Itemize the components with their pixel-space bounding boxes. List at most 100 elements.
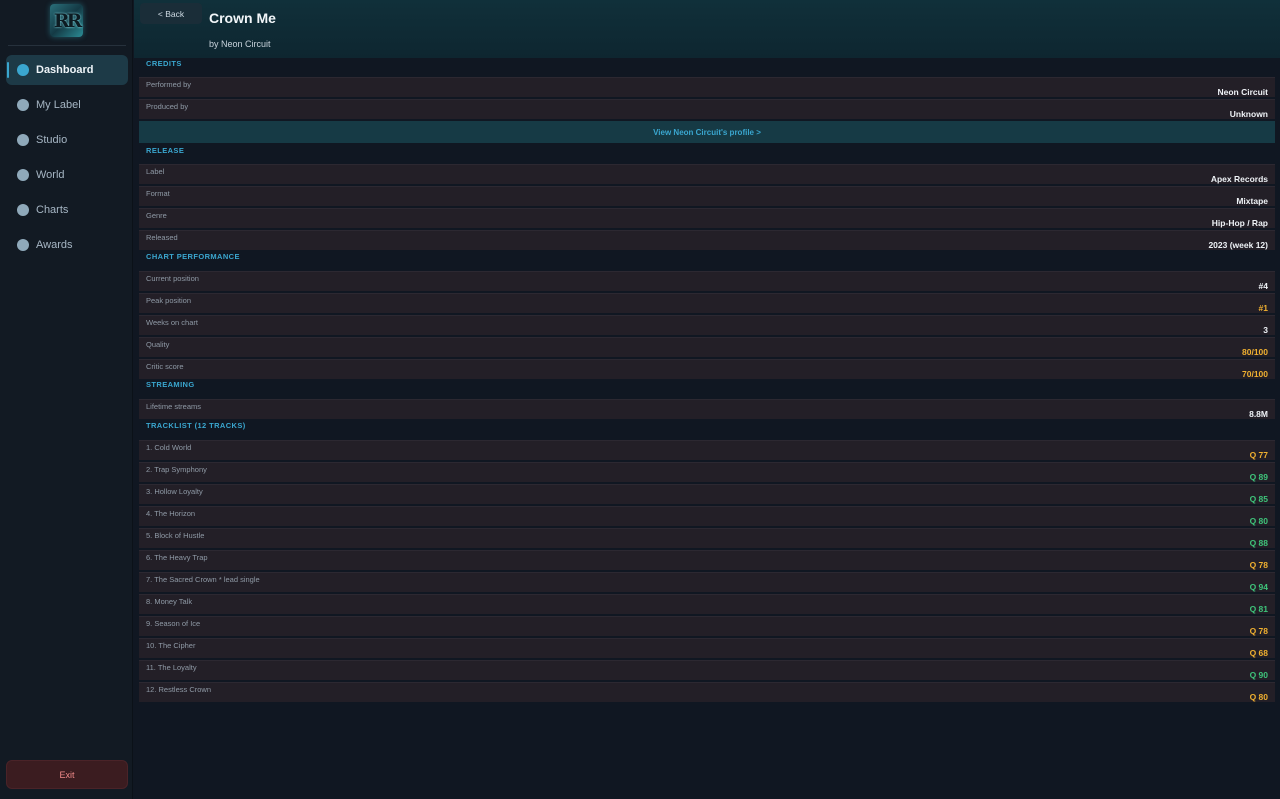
sidebar: RR Dashboard My Label Studio World Chart…	[0, 0, 133, 799]
sidebar-divider	[8, 45, 126, 46]
track-row[interactable]: 1. Cold World Q 77	[139, 440, 1275, 460]
release-row: Format Mixtape	[139, 186, 1275, 206]
row-label: Critic score	[146, 362, 184, 371]
chart-row: Quality 80/100	[139, 337, 1275, 357]
dashboard-icon	[17, 64, 29, 76]
row-value: Mixtape	[1236, 196, 1268, 206]
track-title: 6. The Heavy Trap	[146, 553, 208, 562]
sidebar-item-label: My Label	[36, 99, 81, 111]
sidebar-item-label: Awards	[36, 239, 73, 251]
track-row[interactable]: 10. The Cipher Q 68	[139, 638, 1275, 658]
credit-row: Produced by Unknown	[139, 99, 1275, 119]
track-title: 5. Block of Hustle	[146, 531, 205, 540]
track-row[interactable]: 6. The Heavy Trap Q 78	[139, 550, 1275, 570]
row-value: Hip-Hop / Rap	[1211, 218, 1268, 228]
page-title: Crown Me	[209, 10, 276, 26]
tracklist-heading: TRACKLIST (12 TRACKS)	[146, 421, 246, 430]
row-label: Performed by	[146, 80, 192, 89]
row-value: 3	[1263, 325, 1268, 335]
track-row[interactable]: 4. The Horizon Q 80	[139, 506, 1275, 526]
awards-icon	[17, 239, 29, 251]
row-value: Neon Circuit	[1217, 87, 1268, 97]
track-row[interactable]: 3. Hollow Loyalty Q 85	[139, 484, 1275, 504]
track-title: 12. Restless Crown	[146, 685, 212, 694]
chart-row: Peak position #1	[139, 293, 1275, 313]
track-quality: Q 88	[1249, 538, 1268, 548]
track-quality: Q 78	[1249, 560, 1268, 570]
track-title: 9. Season of Ice	[146, 619, 201, 628]
charts-icon	[17, 204, 29, 216]
row-label: Format	[146, 189, 170, 198]
chart-row: Critic score 70/100	[139, 359, 1275, 379]
sidebar-item-my-label[interactable]: My Label	[6, 90, 128, 120]
track-title: 10. The Cipher	[146, 641, 196, 650]
track-quality: Q 85	[1249, 494, 1268, 504]
streaming-heading: STREAMING	[146, 380, 195, 389]
track-quality: Q 89	[1249, 472, 1268, 482]
track-quality: Q 78	[1249, 626, 1268, 636]
sidebar-item-world[interactable]: World	[6, 160, 128, 190]
sidebar-item-label: Dashboard	[36, 64, 94, 76]
track-row[interactable]: 12. Restless Crown Q 80	[139, 682, 1275, 702]
sidebar-item-label: Charts	[36, 204, 69, 216]
track-quality: Q 94	[1249, 582, 1268, 592]
track-row[interactable]: 5. Block of Hustle Q 88	[139, 528, 1275, 548]
sidebar-item-studio[interactable]: Studio	[6, 125, 128, 155]
row-value: 2023 (week 12)	[1208, 240, 1268, 250]
sidebar-item-awards[interactable]: Awards	[6, 230, 128, 260]
track-title: 2. Trap Symphony	[146, 465, 207, 474]
row-label: Weeks on chart	[146, 318, 198, 327]
row-label: Label	[146, 167, 165, 176]
row-label: Current position	[146, 274, 199, 283]
row-value: #4	[1258, 281, 1268, 291]
view-profile-link[interactable]: View Neon Circuit's profile >	[139, 121, 1275, 143]
sidebar-item-label: Studio	[36, 134, 68, 146]
row-value: Apex Records	[1210, 174, 1268, 184]
track-row[interactable]: 7. The Sacred Crown * lead single Q 94	[139, 572, 1275, 592]
credit-row: Performed by Neon Circuit	[139, 77, 1275, 97]
back-button[interactable]: < Back	[140, 3, 202, 24]
row-label: Lifetime streams	[146, 402, 202, 411]
sidebar-item-dashboard[interactable]: Dashboard	[6, 55, 128, 85]
release-row: Released 2023 (week 12)	[139, 230, 1275, 250]
track-title: 7. The Sacred Crown * lead single	[146, 575, 260, 584]
track-title: 4. The Horizon	[146, 509, 196, 518]
exit-button[interactable]: Exit	[6, 760, 128, 789]
streaming-row: Lifetime streams 8.8M	[139, 399, 1275, 419]
row-label: Released	[146, 233, 178, 242]
row-label: Produced by	[146, 102, 189, 111]
release-row: Label Apex Records	[139, 164, 1275, 184]
row-label: Quality	[146, 340, 170, 349]
track-quality: Q 81	[1249, 604, 1268, 614]
row-value: 8.8M	[1249, 409, 1268, 419]
track-row[interactable]: 11. The Loyalty Q 90	[139, 660, 1275, 680]
track-title: 8. Money Talk	[146, 597, 193, 606]
track-title: 3. Hollow Loyalty	[146, 487, 203, 496]
my-label-icon	[17, 99, 29, 111]
row-value: 70/100	[1242, 369, 1268, 379]
chart-row: Weeks on chart 3	[139, 315, 1275, 335]
credits-heading: CREDITS	[146, 59, 182, 68]
track-quality: Q 90	[1249, 670, 1268, 680]
row-value: 80/100	[1242, 347, 1268, 357]
world-icon	[17, 169, 29, 181]
sidebar-item-label: World	[36, 169, 65, 181]
track-row[interactable]: 2. Trap Symphony Q 89	[139, 462, 1275, 482]
track-title: 1. Cold World	[146, 443, 192, 452]
sidebar-item-charts[interactable]: Charts	[6, 195, 128, 225]
row-value: #1	[1258, 303, 1268, 313]
row-label: Genre	[146, 211, 167, 220]
release-heading: RELEASE	[146, 146, 185, 155]
track-quality: Q 80	[1249, 516, 1268, 526]
app-logo: RR	[50, 4, 83, 37]
release-row: Genre Hip-Hop / Rap	[139, 208, 1275, 228]
chart-performance-heading: CHART PERFORMANCE	[146, 252, 240, 261]
track-quality: Q 80	[1249, 692, 1268, 702]
studio-icon	[17, 134, 29, 146]
track-title: 11. The Loyalty	[146, 663, 197, 672]
track-row[interactable]: 8. Money Talk Q 81	[139, 594, 1275, 614]
row-label: Peak position	[146, 296, 192, 305]
track-row[interactable]: 9. Season of Ice Q 78	[139, 616, 1275, 636]
page-subtitle: by Neon Circuit	[209, 39, 271, 49]
track-quality: Q 77	[1249, 450, 1268, 460]
